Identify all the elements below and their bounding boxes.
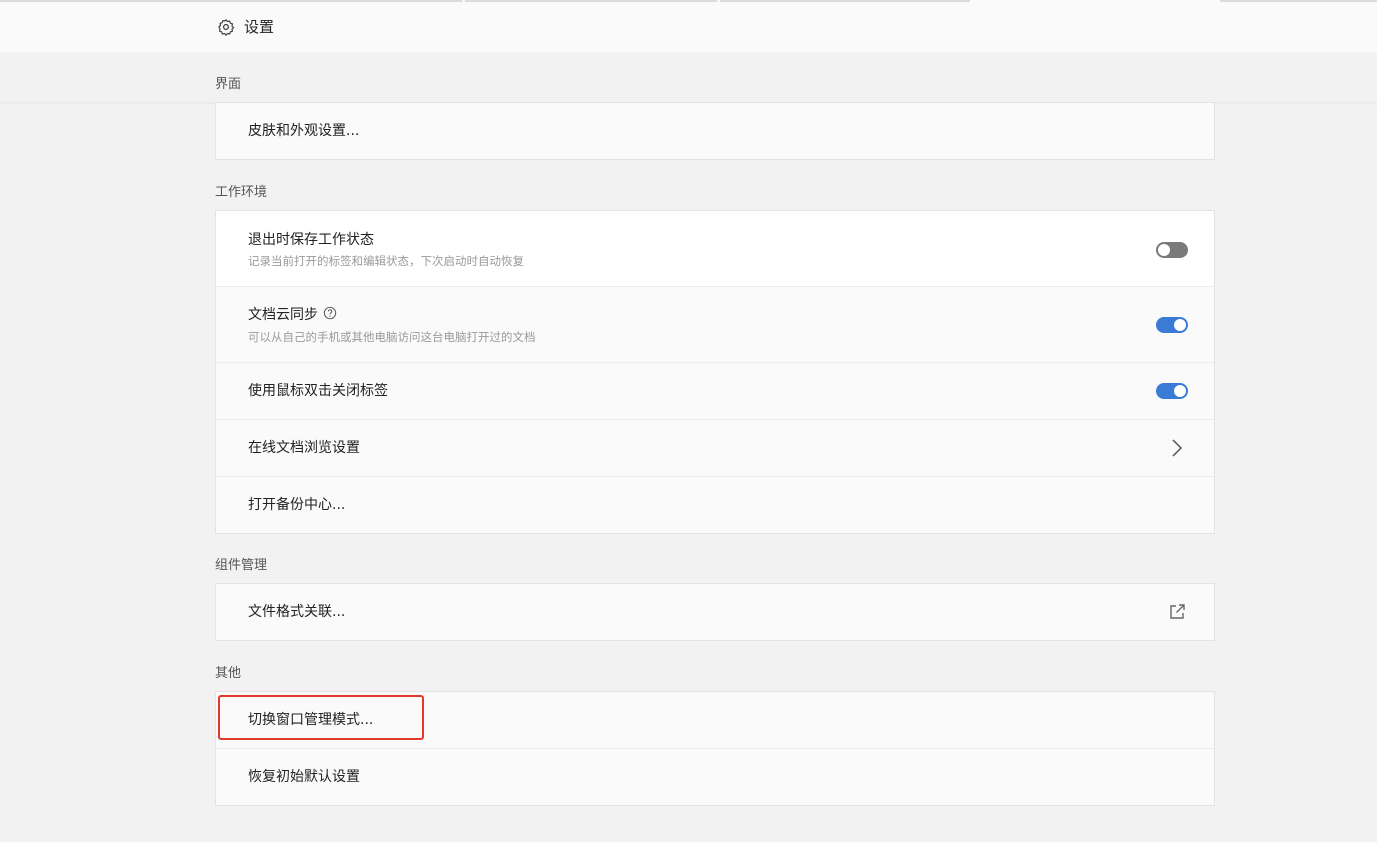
- save-state-on-exit-item: 退出时保存工作状态 记录当前打开的标签和编辑状态，下次启动时自动恢复: [216, 211, 1214, 287]
- chevron-right-icon: [1172, 439, 1183, 457]
- skin-appearance-item[interactable]: 皮肤和外观设置...: [216, 103, 1214, 159]
- page-title: 设置: [244, 18, 275, 36]
- section-card-components: 文件格式关联...: [215, 583, 1215, 641]
- section-label-workspace: 工作环境: [215, 185, 268, 200]
- backup-center-item[interactable]: 打开备份中心...: [216, 477, 1214, 533]
- settings-header: 设置: [0, 2, 1377, 52]
- double-click-close-toggle[interactable]: [1156, 383, 1188, 399]
- save-state-toggle[interactable]: [1156, 242, 1188, 258]
- cloud-sync-toggle[interactable]: [1156, 317, 1188, 333]
- external-link-icon: [1170, 604, 1185, 619]
- item-description: 可以从自己的手机或其他电脑访问这台电脑打开过的文档: [248, 330, 536, 344]
- section-label-components: 组件管理: [215, 558, 268, 573]
- section-label-other: 其他: [215, 666, 242, 681]
- question-circle-icon[interactable]: [323, 306, 337, 320]
- item-label: 使用鼠标双击关闭标签: [248, 383, 388, 399]
- double-click-close-tab-item: 使用鼠标双击关闭标签: [216, 363, 1214, 420]
- section-card-workspace: 退出时保存工作状态 记录当前打开的标签和编辑状态，下次启动时自动恢复 文档云同步…: [215, 210, 1215, 534]
- section-card-ui: 皮肤和外观设置...: [215, 102, 1215, 160]
- item-label: 打开备份中心...: [248, 497, 346, 513]
- gear-icon: [218, 19, 235, 36]
- item-label: 退出时保存工作状态: [248, 232, 374, 248]
- file-format-association-item[interactable]: 文件格式关联...: [216, 584, 1214, 640]
- section-label-ui: 界面: [215, 77, 242, 92]
- item-label: 文件格式关联...: [248, 604, 346, 620]
- cloud-sync-item: 文档云同步 可以从自己的手机或其他电脑访问这台电脑打开过的文档: [216, 287, 1214, 363]
- item-label: 恢复初始默认设置: [248, 769, 360, 785]
- restore-defaults-item[interactable]: 恢复初始默认设置: [216, 749, 1214, 805]
- online-doc-browse-settings-item[interactable]: 在线文档浏览设置: [216, 420, 1214, 477]
- item-label: 在线文档浏览设置: [248, 440, 360, 456]
- item-label: 皮肤和外观设置...: [248, 123, 360, 139]
- item-description: 记录当前打开的标签和编辑状态，下次启动时自动恢复: [248, 254, 524, 268]
- item-label: 文档云同步: [248, 305, 337, 325]
- highlight-box: [218, 695, 424, 740]
